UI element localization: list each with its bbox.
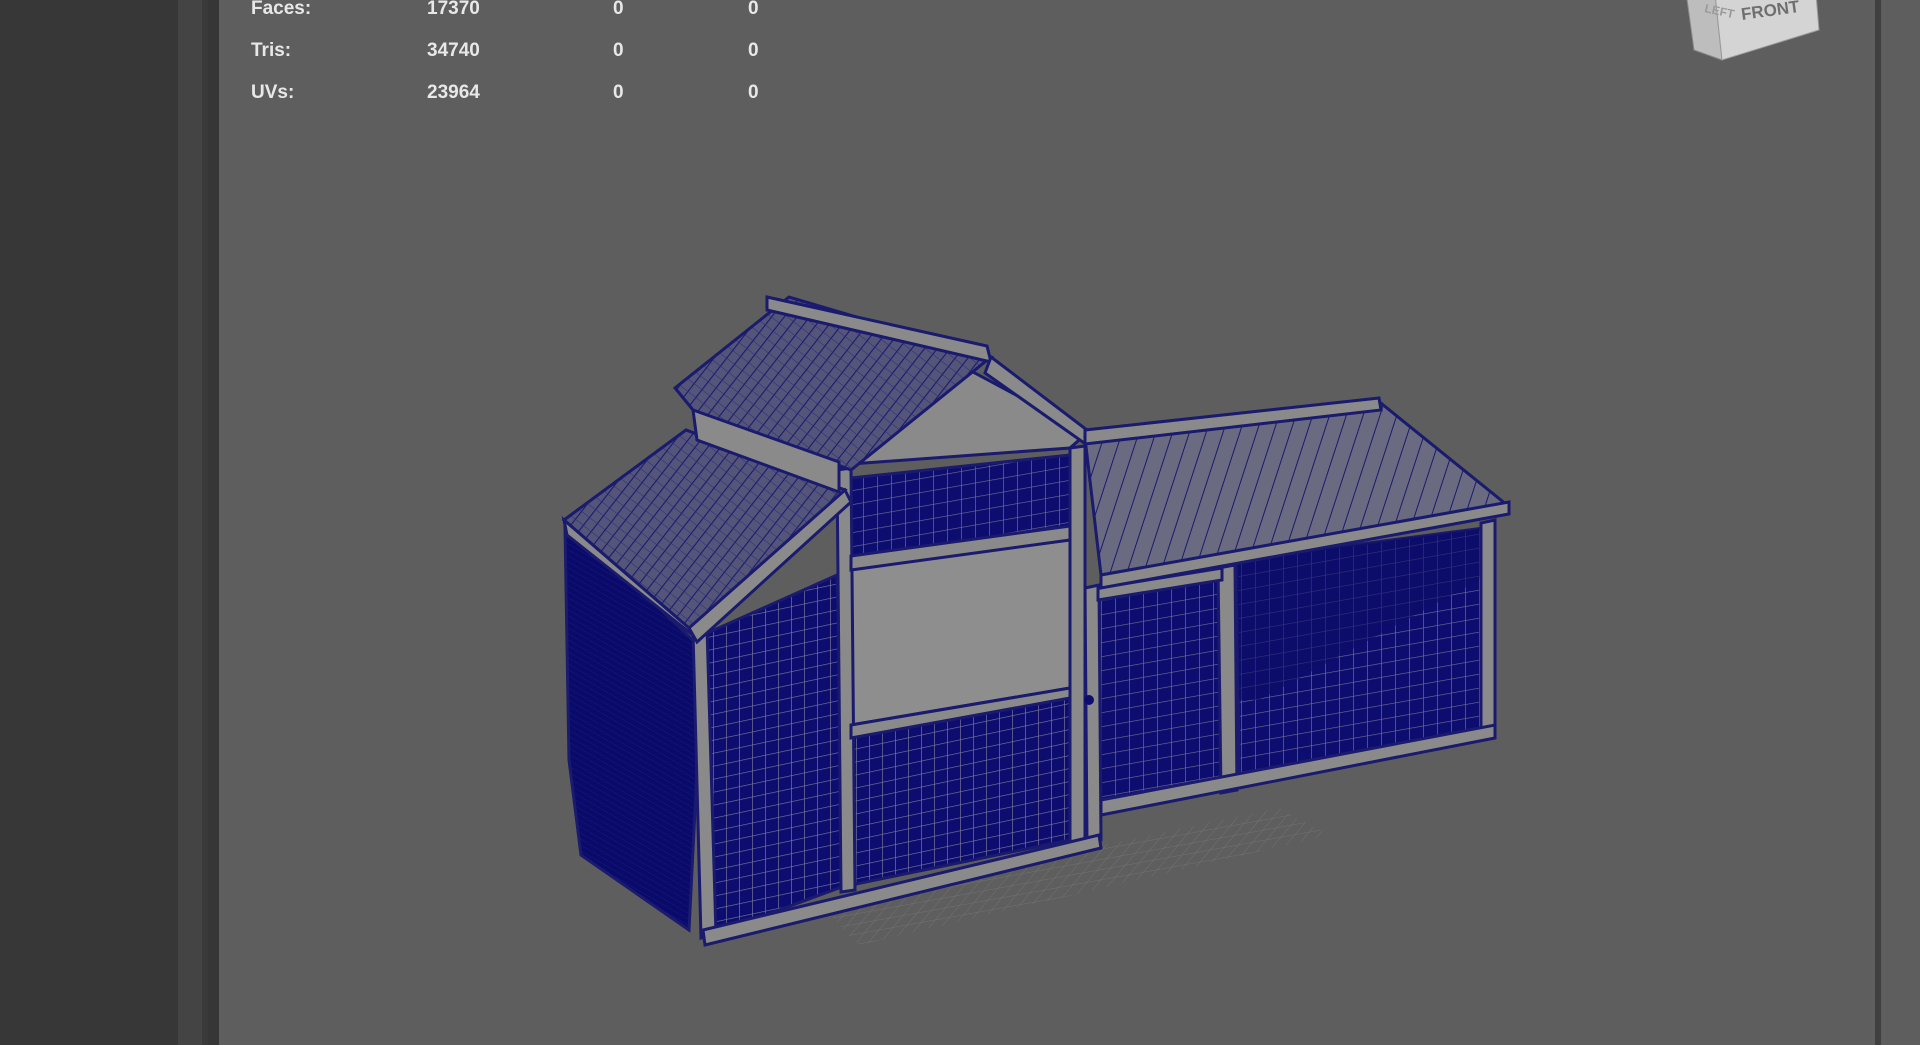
3d-viewport[interactable]: Faces: 17370 0 0 Tris: 34740 0 0 UVs: 23… [219, 0, 1875, 1045]
right-panel [1881, 0, 1920, 1045]
left-panel [0, 0, 178, 1045]
panel-separator[interactable] [178, 0, 208, 1045]
maya-window: Faces: 17370 0 0 Tris: 34740 0 0 UVs: 23… [0, 0, 1920, 1045]
view-cube[interactable]: LEFT FRONT [1674, 0, 1824, 100]
chicken-coop-wireframe-mesh[interactable] [219, 0, 1875, 1045]
